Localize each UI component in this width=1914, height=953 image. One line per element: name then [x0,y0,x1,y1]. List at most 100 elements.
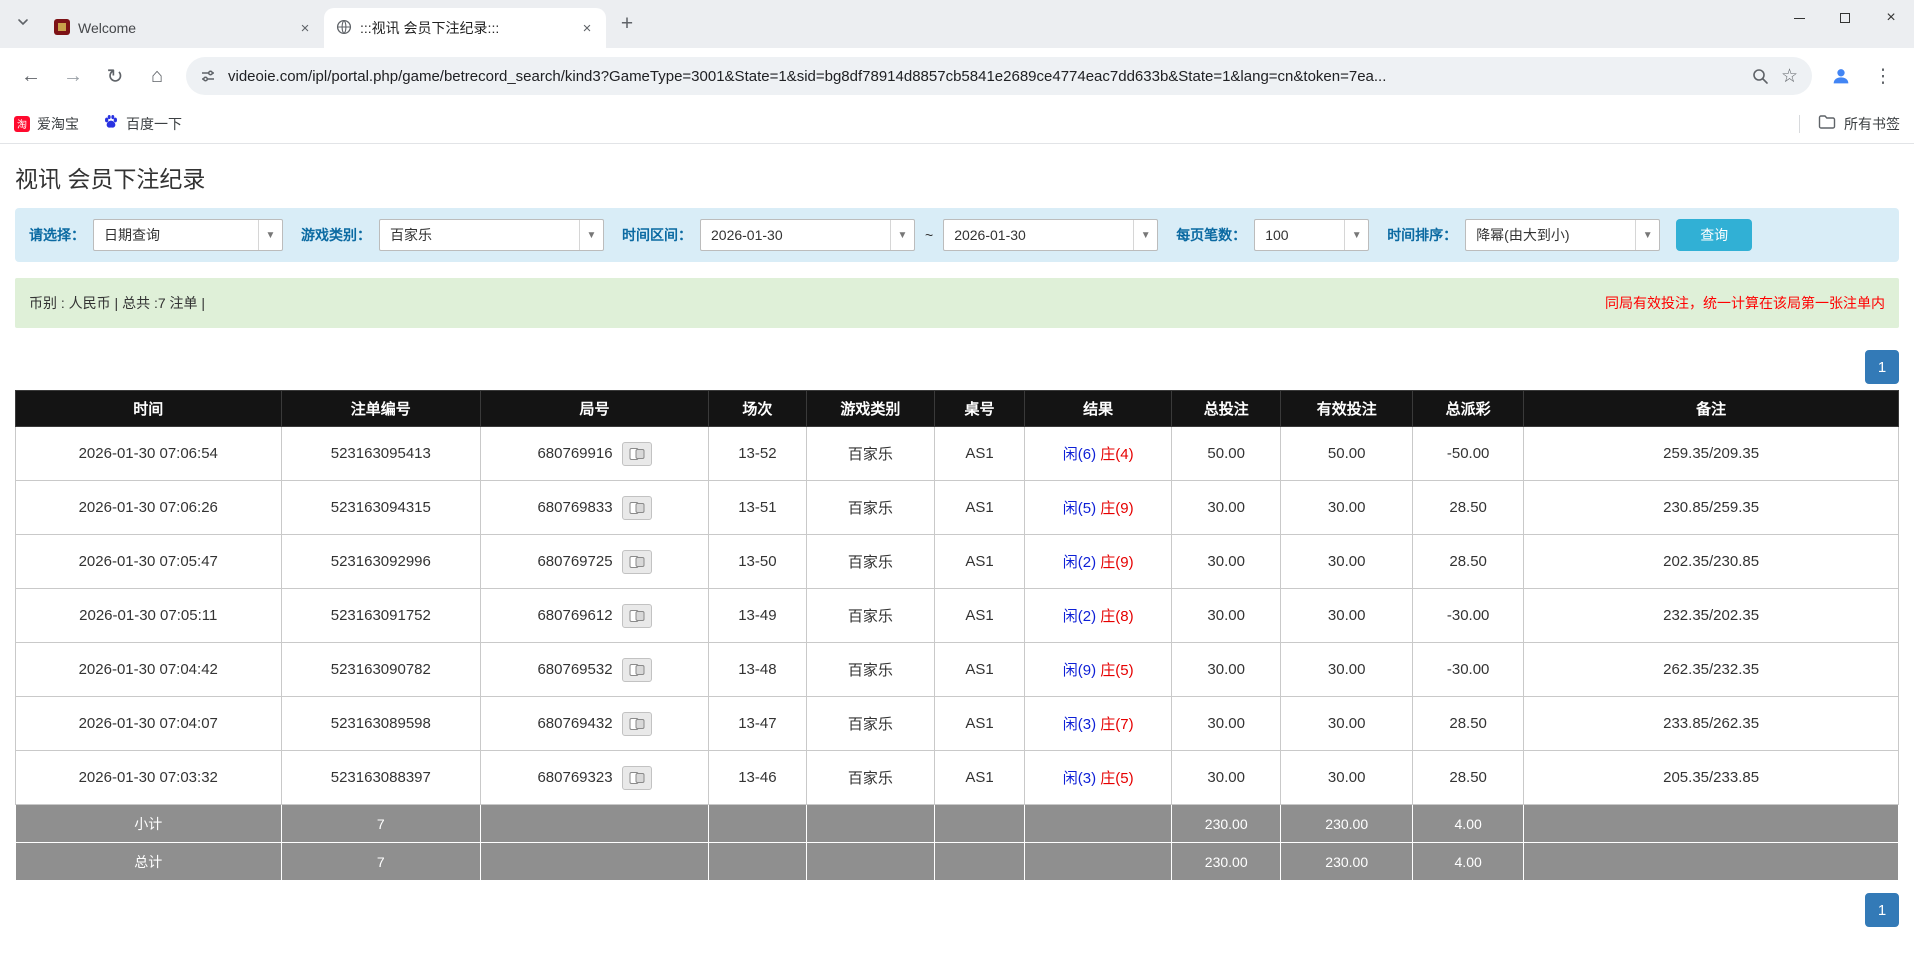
page-size-label: 每页笔数： [1176,225,1246,245]
cell-time: 2026-01-30 07:05:47 [16,535,282,589]
subtotal-valid-bet: 230.00 [1281,805,1413,843]
header-valid-bet: 有效投注 [1281,391,1413,427]
tab-betrecord[interactable]: :::视讯 会员下注纪录::: × [324,8,606,48]
site-info-icon[interactable] [200,68,216,84]
cell-bet-id: 523163092996 [281,535,481,589]
empty-cell [934,843,1024,881]
dropdown-arrow-icon[interactable]: ▼ [258,220,282,250]
summary-bar: 币别 : 人民币 | 总共 :7 注单 | 同局有效投注，统一计算在该局第一张注… [15,278,1899,328]
date-from-dropdown[interactable]: 2026-01-30 ▼ [700,219,915,251]
cell-remark: 202.35/230.85 [1524,535,1899,589]
tab-search-button[interactable] [8,9,38,39]
maximize-icon [1840,13,1850,23]
cell-total-bet[interactable]: 30.00 [1172,535,1281,589]
zoom-icon[interactable] [1751,67,1769,85]
game-type-dropdown[interactable]: 百家乐 ▼ [379,219,604,251]
header-total-bet: 总投注 [1172,391,1281,427]
window-controls: × [1776,0,1914,36]
empty-cell [806,805,934,843]
tab-welcome[interactable]: Welcome × [42,8,324,48]
cell-game-type: 百家乐 [806,481,934,535]
bookmark-star-icon[interactable]: ☆ [1781,65,1798,88]
dropdown-arrow-icon[interactable]: ▼ [1635,220,1659,250]
round-result-button[interactable] [622,442,652,466]
round-result-button[interactable] [622,766,652,790]
cell-valid-bet: 30.00 [1281,751,1413,805]
cell-table-no: AS1 [934,697,1024,751]
tab-close-icon[interactable]: × [578,19,596,37]
page-1-button[interactable]: 1 [1865,893,1899,927]
result-player: 闲(5) [1063,500,1096,517]
tab-close-icon[interactable]: × [296,19,314,37]
query-type-dropdown[interactable]: 日期查询 ▼ [93,219,283,251]
header-round-id: 局号 [481,391,709,427]
cell-total-bet[interactable]: 30.00 [1172,697,1281,751]
menu-kebab-icon[interactable]: ⋮ [1864,57,1902,95]
cell-game-type: 百家乐 [806,751,934,805]
result-player: 闲(2) [1063,554,1096,571]
subtotal-total-bet: 230.00 [1172,805,1281,843]
cell-total-bet[interactable]: 50.00 [1172,427,1281,481]
cell-valid-bet: 50.00 [1281,427,1413,481]
date-to-dropdown[interactable]: 2026-01-30 ▼ [943,219,1158,251]
bookmark-baidu[interactable]: 百度一下 [103,114,182,134]
cell-game-type: 百家乐 [806,697,934,751]
maximize-button[interactable] [1822,0,1868,36]
dropdown-arrow-icon[interactable]: ▼ [1133,220,1157,250]
subtotal-count: 7 [281,805,481,843]
cell-game-type: 百家乐 [806,427,934,481]
url-bar[interactable]: videoie.com/ipl/portal.php/game/betrecor… [186,57,1812,95]
dropdown-arrow-icon[interactable]: ▼ [579,220,603,250]
cell-round-id: 680769323 [481,751,709,805]
round-result-button[interactable] [622,712,652,736]
round-result-button[interactable] [622,496,652,520]
new-tab-button[interactable]: + [612,9,642,39]
cell-valid-bet: 30.00 [1281,697,1413,751]
minimize-button[interactable] [1776,0,1822,36]
sort-order-value: 降幂(由大到小) [1466,225,1635,245]
cell-remark: 233.85/262.35 [1524,697,1899,751]
dropdown-arrow-icon[interactable]: ▼ [890,220,914,250]
game-type-value: 百家乐 [380,225,579,245]
cell-time: 2026-01-30 07:05:11 [16,589,282,643]
cell-remark: 259.35/209.35 [1524,427,1899,481]
cell-table-no: AS1 [934,427,1024,481]
cell-total-bet[interactable]: 30.00 [1172,643,1281,697]
home-button[interactable]: ⌂ [138,57,176,95]
sort-order-dropdown[interactable]: 降幂(由大到小) ▼ [1465,219,1660,251]
all-bookmarks-label: 所有书签 [1844,114,1900,134]
round-result-button[interactable] [622,658,652,682]
all-bookmarks-button[interactable]: 所有书签 [1799,114,1900,134]
profile-avatar[interactable] [1822,57,1860,95]
cell-table-no: AS1 [934,535,1024,589]
tab-title: :::视讯 会员下注纪录::: [360,18,570,38]
cell-total-bet[interactable]: 30.00 [1172,481,1281,535]
cell-result: 闲(9) 庄(5) [1025,643,1172,697]
page-1-button[interactable]: 1 [1865,350,1899,384]
cell-payout: -30.00 [1413,589,1524,643]
url-text[interactable]: videoie.com/ipl/portal.php/game/betrecor… [228,68,1739,85]
dropdown-arrow-icon[interactable]: ▼ [1344,220,1368,250]
header-remark: 备注 [1524,391,1899,427]
forward-button[interactable]: → [54,57,92,95]
cell-round-id: 680769432 [481,697,709,751]
back-button[interactable]: ← [12,57,50,95]
reload-button[interactable]: ↻ [96,57,134,95]
empty-cell [1025,843,1172,881]
cell-total-bet[interactable]: 30.00 [1172,751,1281,805]
round-id: 680769532 [537,661,612,678]
close-button[interactable]: × [1868,0,1914,36]
summary-note-text: 同局有效投注，统一计算在该局第一张注单内 [1605,293,1885,313]
table-row: 2026-01-30 07:04:07523163089598680769432… [16,697,1899,751]
cell-total-bet[interactable]: 30.00 [1172,589,1281,643]
page-size-dropdown[interactable]: 100 ▼ [1254,219,1369,251]
bookmarks-bar: 淘 爱淘宝 百度一下 所有书签 [0,104,1914,144]
round-result-button[interactable] [622,604,652,628]
round-result-button[interactable] [622,550,652,574]
bookmark-aitaobao[interactable]: 淘 爱淘宝 [14,114,79,134]
pagination-top: 1 [15,350,1899,384]
welcome-favicon [54,19,70,38]
search-button[interactable]: 查询 [1676,219,1752,251]
cell-bet-id: 523163089598 [281,697,481,751]
cell-valid-bet: 30.00 [1281,481,1413,535]
